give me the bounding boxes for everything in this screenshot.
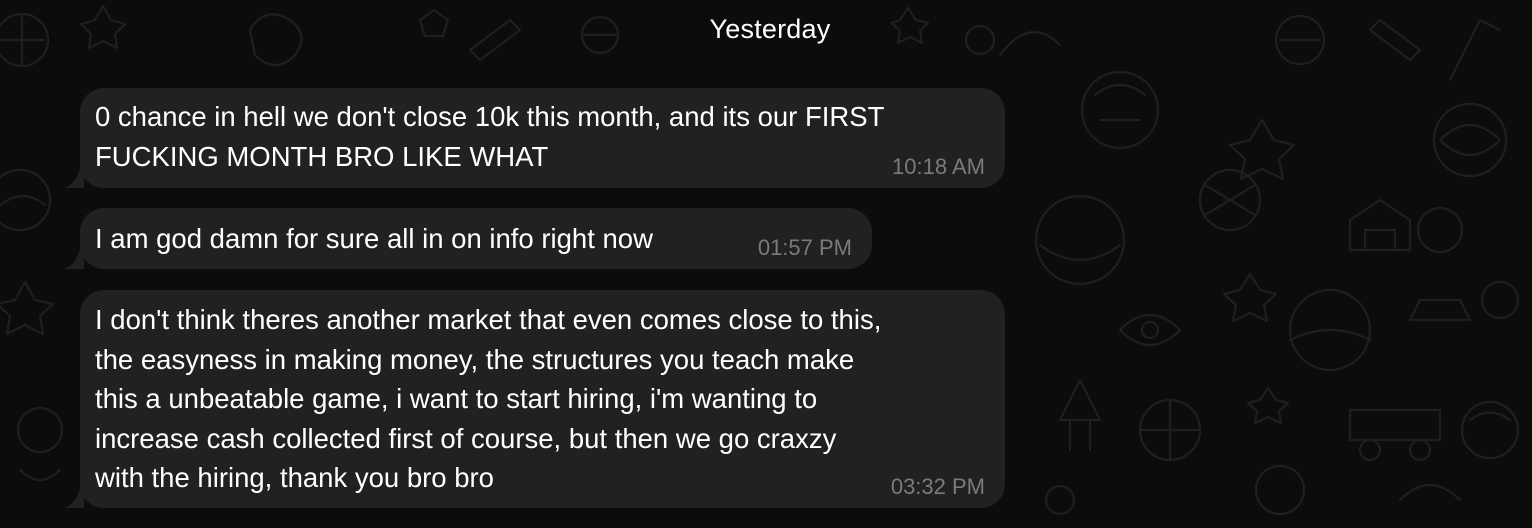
message-text: I am god damn for sure all in on info ri… (95, 223, 653, 254)
message-time: 03:32 PM (890, 474, 985, 499)
message-time: 01:57 PM (757, 235, 852, 260)
bubble-tail (64, 488, 84, 508)
message-bubble[interactable]: 0 chance in hell we don't close 10k this… (64, 88, 1005, 188)
bubble-tail (64, 168, 84, 188)
date-separator-label: Yesterday (709, 14, 831, 44)
bubble-tail (64, 249, 84, 269)
message-bubble[interactable]: I am god damn for sure all in on info ri… (64, 208, 872, 269)
chat-area[interactable]: Yesterday 0 chance in hell we don't clos… (0, 0, 1532, 528)
message-text: I don't think theres another market that… (95, 304, 882, 493)
message-bubble[interactable]: I don't think theres another market that… (64, 290, 1005, 508)
message-time: 10:18 AM (892, 154, 985, 179)
date-separator: Yesterday (0, 14, 1532, 45)
message-text: 0 chance in hell we don't close 10k this… (95, 101, 885, 172)
